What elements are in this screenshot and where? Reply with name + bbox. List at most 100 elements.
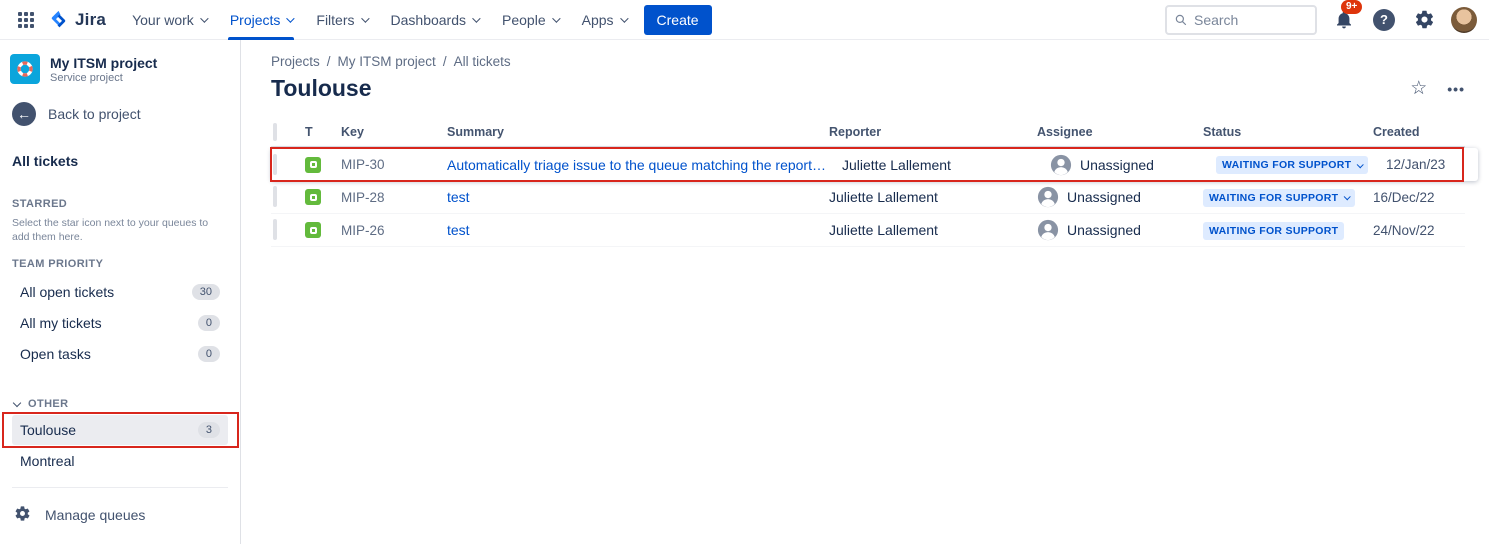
cell-status: WAITING FOR SUPPORT <box>1203 221 1373 240</box>
nav-item-filters[interactable]: Filters <box>304 0 378 40</box>
chevron-down-icon <box>472 14 480 22</box>
global-search[interactable] <box>1165 5 1317 35</box>
jira-logo-icon <box>48 9 70 31</box>
nav-item-dashboards[interactable]: Dashboards <box>379 0 491 40</box>
sidebar-item-all-my-tickets[interactable]: All my tickets0 <box>12 308 228 338</box>
search-icon <box>1175 13 1187 27</box>
breadcrumb-item[interactable]: Projects <box>271 54 320 69</box>
issue-row[interactable]: MIP-30Automatically triage issue to the … <box>271 148 1478 181</box>
notification-badge: 9+ <box>1341 0 1362 14</box>
other-section-toggle[interactable]: OTHER <box>12 390 228 414</box>
breadcrumb-separator: / <box>327 54 331 69</box>
issue-key[interactable]: MIP-30 <box>341 157 447 172</box>
assignee-name: Unassigned <box>1080 157 1154 173</box>
issue-summary-link[interactable]: test <box>447 222 829 238</box>
more-options-button[interactable]: ••• <box>1447 81 1465 97</box>
nav-item-your-work[interactable]: Your work <box>120 0 218 40</box>
project-name: My ITSM project <box>50 55 157 71</box>
chevron-down-icon <box>200 14 208 22</box>
jira-logo[interactable]: Jira <box>42 9 120 31</box>
unassigned-avatar-icon <box>1037 186 1059 208</box>
breadcrumb: Projects / My ITSM project / All tickets <box>271 54 1465 69</box>
create-button[interactable]: Create <box>644 5 712 35</box>
breadcrumb-separator: / <box>443 54 447 69</box>
chevron-down-icon <box>620 14 628 22</box>
cell-select <box>271 156 305 174</box>
row-checkbox[interactable] <box>273 154 277 175</box>
top-navigation-bar: Jira Your workProjectsFilters Dashboards P… <box>0 0 1489 40</box>
queue-label: All open tickets <box>20 284 114 300</box>
logo-text: Jira <box>75 10 106 30</box>
nav-item-label: Dashboards <box>391 12 467 28</box>
cell-select <box>271 221 305 239</box>
breadcrumb-item[interactable]: All tickets <box>454 54 511 69</box>
other-section-title: OTHER <box>28 398 69 410</box>
queue-label: Open tasks <box>20 346 91 362</box>
user-profile-button[interactable] <box>1451 7 1477 33</box>
back-to-project-button[interactable]: ← Back to project <box>0 84 240 140</box>
nav-item-people[interactable]: People <box>490 0 570 40</box>
assignee-cell[interactable]: Unassigned <box>1050 154 1216 176</box>
project-header[interactable]: My ITSM project Service project <box>0 54 240 84</box>
status-lozenge[interactable]: WAITING FOR SUPPORT <box>1216 156 1368 174</box>
assignee-name: Unassigned <box>1067 222 1141 238</box>
sidebar-footer-manage-queues[interactable]: Manage queues <box>12 496 228 534</box>
issue-row[interactable]: MIP-28testJuliette LallementUnassignedWA… <box>271 181 1465 214</box>
issues-table: TKeySummaryReporterAssigneeStatusCreated… <box>271 122 1465 247</box>
issue-key[interactable]: MIP-26 <box>341 223 447 238</box>
cell-status: WAITING FOR SUPPORT <box>1203 188 1373 207</box>
notifications-button[interactable]: 9+ <box>1331 7 1357 33</box>
sidebar-item-toulouse[interactable]: Toulouse3 <box>12 415 228 445</box>
search-input[interactable] <box>1194 12 1307 28</box>
cell-type <box>305 222 341 238</box>
team-priority-section-title: TEAM PRIORITY <box>12 252 228 276</box>
assignee-cell[interactable]: Unassigned <box>1037 186 1203 208</box>
settings-button[interactable] <box>1411 7 1437 33</box>
select-all-checkbox[interactable] <box>273 123 277 141</box>
column-header-summary: Summary <box>447 125 829 139</box>
column-header-created: Created <box>1373 125 1465 139</box>
issue-type-icon <box>305 189 321 205</box>
nav-item-apps[interactable]: Apps <box>570 0 638 40</box>
project-avatar-icon <box>10 54 40 84</box>
sidebar-item-montreal[interactable]: Montreal <box>12 446 228 476</box>
issue-summary-link[interactable]: Automatically triage issue to the queue … <box>447 157 842 173</box>
help-button[interactable]: ? <box>1371 7 1397 33</box>
assignee-name: Unassigned <box>1067 189 1141 205</box>
sidebar-item-all-tickets[interactable]: All tickets <box>0 140 240 182</box>
status-chevron-icon <box>1344 193 1351 200</box>
cell-type <box>305 189 341 205</box>
queue-label: All my tickets <box>20 315 102 331</box>
starred-section-title: STARRED <box>12 192 228 216</box>
breadcrumb-item[interactable]: My ITSM project <box>338 54 436 69</box>
status-lozenge[interactable]: WAITING FOR SUPPORT <box>1203 222 1344 240</box>
chevron-down-icon <box>361 14 369 22</box>
help-icon: ? <box>1373 9 1395 31</box>
issue-key[interactable]: MIP-28 <box>341 190 447 205</box>
issue-row[interactable]: MIP-26testJuliette Lallement Unassigned WA… <box>271 214 1465 247</box>
sidebar-divider <box>12 487 228 488</box>
nav-item-projects[interactable]: Projects <box>218 0 305 40</box>
row-checkbox[interactable] <box>273 219 277 240</box>
row-checkbox[interactable] <box>273 186 277 207</box>
sidebar-item-all-open-tickets[interactable]: All open tickets30 <box>12 277 228 307</box>
created-date: 16/Dec/22 <box>1373 190 1465 205</box>
chevron-down-icon <box>287 14 295 22</box>
sidebar-item-open-tasks[interactable]: Open tasks0 <box>12 339 228 369</box>
issue-summary-link[interactable]: test <box>447 189 829 205</box>
chevron-down-icon <box>552 14 560 22</box>
page-title: Toulouse <box>271 75 372 102</box>
assignee-cell[interactable]: Unassigned <box>1037 219 1203 241</box>
table-header-row: TKeySummaryReporterAssigneeStatusCreated <box>271 122 1465 148</box>
unassigned-avatar-icon <box>1037 219 1059 241</box>
reporter-name: Juliette Lallement <box>829 222 1037 238</box>
star-queue-button[interactable]: ☆ <box>1410 77 1427 100</box>
sidebar-footer-give-feedback[interactable]: Give feedback <box>12 534 228 545</box>
column-header-type: T <box>305 125 341 139</box>
gear-icon <box>1414 9 1435 30</box>
created-date: 12/Jan/23 <box>1386 157 1478 172</box>
reporter-name: Juliette Lallement <box>842 157 1050 173</box>
status-lozenge[interactable]: WAITING FOR SUPPORT <box>1203 189 1355 207</box>
created-date: 24/Nov/22 <box>1373 223 1465 238</box>
app-switcher-icon[interactable] <box>10 4 42 36</box>
